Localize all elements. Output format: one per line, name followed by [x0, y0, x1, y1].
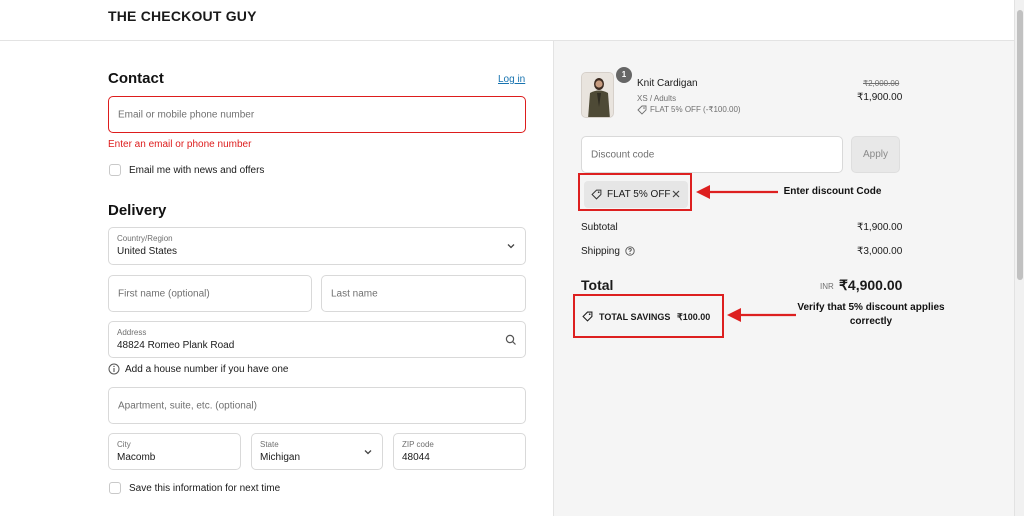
product-image	[582, 73, 613, 117]
chevron-down-icon	[507, 244, 515, 249]
address-label: Address	[117, 328, 147, 337]
zip-field[interactable]: ZIP code 48044	[393, 433, 526, 470]
news-checkbox[interactable]	[109, 164, 121, 176]
last-name-field[interactable]: Last name	[321, 275, 526, 312]
discount-highlight-box	[578, 173, 692, 211]
email-field[interactable]: Email or mobile phone number	[108, 96, 526, 133]
country-value: United States	[117, 246, 178, 257]
zip-value: 48044	[402, 452, 430, 463]
annotation-enter-code: Enter discount Code	[783, 186, 882, 197]
order-summary: 1 Knit Cardigan XS / Adults FLAT 5% OFF …	[553, 41, 1014, 516]
city-value: Macomb	[117, 452, 156, 463]
subtotal-value: ₹1,900.00	[857, 222, 903, 233]
page-header: THE CHECKOUT GUY	[0, 0, 1014, 41]
email-placeholder: Email or mobile phone number	[118, 109, 255, 120]
delivery-heading: Delivery	[108, 202, 167, 219]
original-price: ₹2,000.00	[863, 79, 900, 88]
shipping-label: Shipping	[581, 246, 620, 257]
product-discount: FLAT 5% OFF (-₹100.00)	[650, 105, 741, 114]
email-error: Enter an email or phone number	[108, 139, 252, 150]
first-name-placeholder: First name (optional)	[118, 288, 210, 299]
item-price: ₹1,900.00	[857, 92, 903, 103]
discount-code-field[interactable]: Discount code	[581, 136, 843, 173]
state-label: State	[260, 440, 279, 449]
scrollbar-thumb[interactable]	[1017, 10, 1023, 280]
state-value: Michigan	[260, 452, 301, 463]
currency-code: INR	[820, 282, 834, 291]
news-label: Email me with news and offers	[129, 165, 265, 176]
address-value: 48824 Romeo Plank Road	[117, 340, 235, 351]
city-label: City	[117, 440, 131, 449]
zip-label: ZIP code	[402, 440, 434, 449]
savings-highlight-box	[573, 294, 724, 338]
annotation-arrow-icon	[696, 185, 778, 199]
page-scrollbar[interactable]	[1014, 0, 1024, 516]
chevron-down-icon	[364, 450, 372, 455]
product-name: Knit Cardigan	[637, 78, 698, 89]
total-label: Total	[581, 277, 614, 293]
state-select[interactable]: State Michigan	[251, 433, 383, 470]
apartment-field[interactable]: Apartment, suite, etc. (optional)	[108, 387, 526, 424]
checkout-form: Contact Log in Email or mobile phone num…	[0, 41, 553, 516]
brand-logo[interactable]: THE CHECKOUT GUY	[108, 8, 257, 24]
contact-heading: Contact	[108, 70, 164, 87]
last-name-placeholder: Last name	[331, 288, 378, 299]
annotation-arrow-icon	[727, 308, 796, 322]
country-select[interactable]: Country/Region United States	[108, 227, 526, 265]
subtotal-label: Subtotal	[581, 222, 618, 233]
annotation-verify: Verify that 5% discount applies correctl…	[797, 302, 945, 327]
address-field[interactable]: Address 48824 Romeo Plank Road	[108, 321, 526, 358]
shipping-value: ₹3,000.00	[857, 246, 903, 257]
city-field[interactable]: City Macomb	[108, 433, 241, 470]
tag-icon	[637, 105, 647, 115]
info-icon	[108, 363, 120, 375]
product-thumbnail	[581, 72, 614, 118]
country-label: Country/Region	[117, 234, 173, 243]
quantity-badge: 1	[616, 67, 632, 83]
apply-button[interactable]: Apply	[851, 136, 900, 173]
total-amount: ₹4,900.00	[839, 277, 903, 293]
help-icon[interactable]	[625, 246, 635, 256]
address-hint: Add a house number if you have one	[125, 364, 289, 375]
search-icon[interactable]	[505, 334, 517, 346]
apartment-placeholder: Apartment, suite, etc. (optional)	[118, 400, 257, 411]
login-link[interactable]: Log in	[498, 74, 525, 85]
save-info-checkbox[interactable]	[109, 482, 121, 494]
discount-placeholder: Discount code	[591, 149, 655, 160]
first-name-field[interactable]: First name (optional)	[108, 275, 312, 312]
product-variant: XS / Adults	[637, 94, 677, 103]
save-info-label: Save this information for next time	[129, 483, 281, 494]
